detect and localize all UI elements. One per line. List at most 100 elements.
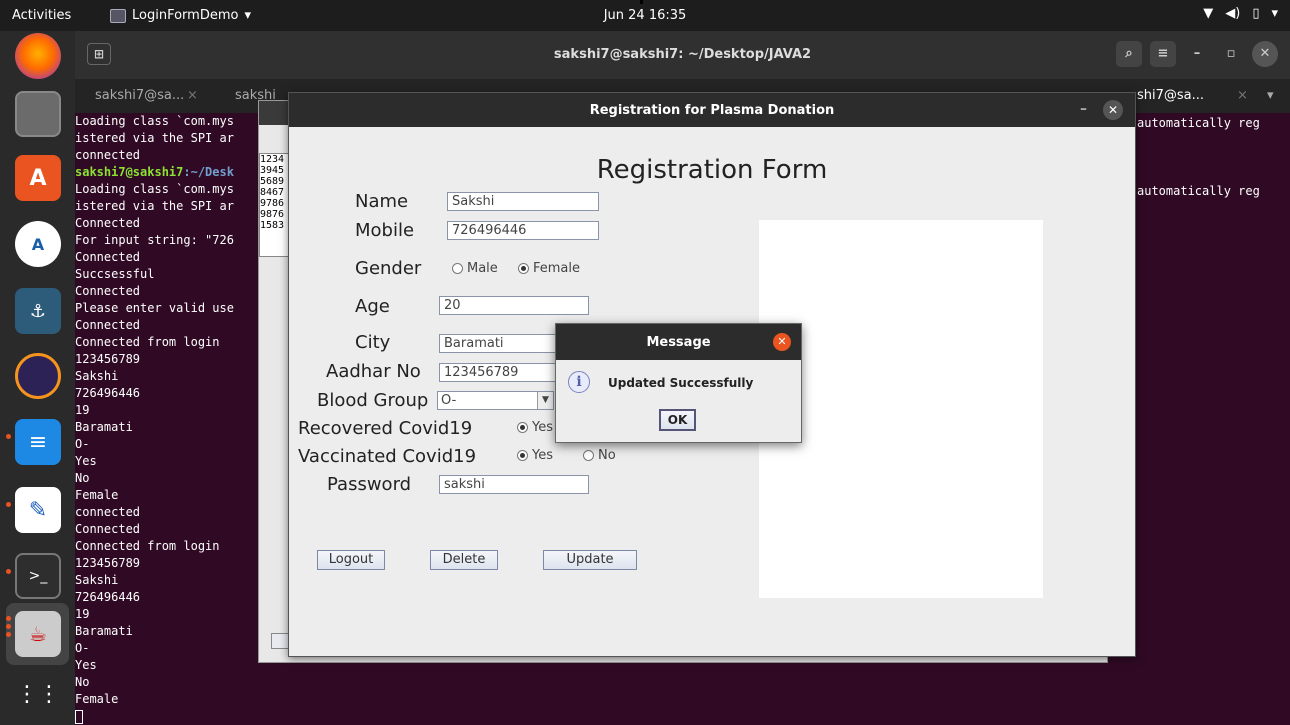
message-dialog: Message ✕ i Updated Successfully OK — [555, 323, 802, 443]
terminal-line: Female — [75, 692, 119, 706]
logout-button[interactable]: Logout — [317, 550, 385, 570]
city-label: City — [355, 332, 391, 353]
minimize-button[interactable]: – — [1184, 41, 1210, 67]
gender-label: Gender — [355, 258, 422, 279]
dock: A A ⚓ ≡ ✎ >_ ☕ ⋮⋮ — [0, 31, 75, 725]
list-item[interactable]: 1234 — [260, 154, 288, 165]
aadhar-field[interactable]: 123456789 — [439, 363, 564, 382]
blood-group-label: Blood Group — [317, 390, 429, 411]
chevron-down-icon: ▼ — [537, 392, 553, 409]
vaccinated-yes-radio[interactable]: Yes — [517, 448, 553, 463]
running-indicator — [6, 502, 11, 507]
radio-selected-icon — [517, 450, 528, 461]
firefox-icon[interactable] — [15, 33, 61, 79]
terminal-right-text: automatically reg — [1137, 116, 1260, 130]
name-label: Name — [355, 191, 409, 212]
yes-label: Yes — [532, 448, 553, 463]
list-item[interactable]: 5689 — [260, 176, 288, 187]
no-label: No — [598, 448, 616, 463]
list-item[interactable]: 1583 — [260, 220, 288, 231]
recovered-label: Recovered Covid19 — [298, 418, 473, 439]
text-editor-icon[interactable]: ✎ — [15, 487, 61, 533]
mysql-workbench-icon[interactable]: ⚓ — [15, 288, 61, 334]
vaccinated-no-radio[interactable]: No — [583, 448, 616, 463]
list-item[interactable]: 8467 — [260, 187, 288, 198]
vaccinated-label: Vaccinated Covid19 — [298, 446, 477, 467]
ok-button[interactable]: OK — [659, 409, 696, 431]
radio-icon — [583, 450, 594, 461]
running-indicator — [6, 569, 11, 574]
gender-female-radio[interactable]: Female — [518, 261, 580, 276]
info-icon: i — [568, 371, 590, 393]
clock[interactable]: Jun 24 16:35 — [0, 8, 1290, 23]
registration-titlebar: Registration for Plasma Donation – ✕ — [289, 93, 1135, 127]
top-bar: Activities LoginFormDemo ▾ Jun 24 16:35 … — [0, 0, 1290, 31]
maximize-button[interactable]: ▫ — [1218, 41, 1244, 67]
male-label: Male — [467, 261, 498, 276]
mobile-label: Mobile — [355, 220, 415, 241]
tab-close-icon[interactable]: × — [1237, 88, 1248, 103]
password-label: Password — [327, 474, 412, 495]
tab-1[interactable]: sakshi7@sa... — [95, 88, 184, 103]
system-menu-icon: ▾ — [1271, 6, 1278, 21]
tab-list-chevron-icon[interactable]: ▾ — [1267, 88, 1274, 103]
running-indicator — [6, 616, 11, 621]
running-indicator — [6, 632, 11, 637]
minimize-button[interactable]: – — [1080, 101, 1087, 117]
dialog-close-icon[interactable]: ✕ — [773, 333, 791, 351]
radio-icon — [452, 263, 463, 274]
terminal-titlebar: ⊞ sakshi7@sakshi7: ~/Desktop/JAVA2 ⌕ ≡ –… — [75, 31, 1290, 79]
record-list[interactable]: 1234 3945 5689 8467 9786 9876 1583 — [259, 153, 289, 257]
dialog-title: Message — [646, 335, 711, 350]
list-item[interactable]: 9876 — [260, 209, 288, 220]
eclipse-icon[interactable] — [15, 353, 61, 399]
android-studio-icon[interactable]: A — [15, 221, 61, 267]
blood-group-select[interactable]: O- ▼ — [437, 391, 554, 410]
gender-male-radio[interactable]: Male — [452, 261, 498, 276]
app-grid-icon[interactable]: ⋮⋮ — [15, 671, 61, 717]
age-field[interactable]: 20 — [439, 296, 589, 315]
running-indicator — [6, 624, 11, 629]
sound-icon: ◀) — [1225, 6, 1241, 21]
list-item[interactable]: 9786 — [260, 198, 288, 209]
running-indicator — [6, 434, 11, 439]
list-item[interactable]: 3945 — [260, 165, 288, 176]
blood-group-value: O- — [441, 393, 457, 408]
terminal-cursor-line — [75, 708, 1290, 725]
mobile-field[interactable]: 726496446 — [447, 221, 599, 240]
form-heading: Registration Form — [596, 155, 828, 185]
network-icon: ▼ — [1203, 6, 1214, 21]
radio-selected-icon — [518, 263, 529, 274]
close-button[interactable]: ✕ — [1252, 41, 1278, 67]
city-field[interactable]: Baramati — [439, 334, 564, 353]
prompt-path: :~/Desk — [183, 165, 234, 179]
terminal-icon[interactable]: >_ — [15, 553, 61, 599]
prompt-user: sakshi7@sakshi7 — [75, 165, 184, 179]
window-title: Registration for Plasma Donation — [589, 103, 835, 118]
terminal-title: sakshi7@sakshi7: ~/Desktop/JAVA2 — [553, 47, 812, 62]
delete-button[interactable]: Delete — [430, 550, 498, 570]
search-icon[interactable]: ⌕ — [1116, 41, 1142, 67]
tab-active[interactable]: shi7@sa... — [1137, 88, 1204, 103]
files-icon[interactable] — [15, 91, 61, 137]
hamburger-menu-icon[interactable]: ≡ — [1150, 41, 1176, 67]
female-label: Female — [533, 261, 581, 276]
age-label: Age — [355, 296, 390, 317]
aadhar-label: Aadhar No — [326, 361, 421, 382]
update-button[interactable]: Update — [543, 550, 637, 570]
tab-close-icon[interactable]: × — [187, 88, 198, 103]
system-tray[interactable]: ▼ ◀) ▯ ▾ — [1203, 6, 1278, 21]
recovered-yes-radio[interactable]: Yes — [517, 420, 553, 435]
java-icon[interactable]: ☕ — [15, 611, 61, 657]
writer-icon[interactable]: ≡ — [15, 419, 61, 465]
radio-selected-icon — [517, 422, 528, 433]
battery-icon: ▯ — [1252, 6, 1260, 21]
dialog-titlebar: Message ✕ — [556, 324, 801, 360]
close-button[interactable]: ✕ — [1103, 100, 1123, 120]
software-icon[interactable]: A — [15, 155, 61, 201]
password-field[interactable]: sakshi — [439, 475, 589, 494]
name-field[interactable]: Sakshi — [447, 192, 599, 211]
terminal-cursor — [75, 709, 83, 724]
screen-notch — [640, 0, 643, 4]
yes-label: Yes — [532, 420, 553, 435]
